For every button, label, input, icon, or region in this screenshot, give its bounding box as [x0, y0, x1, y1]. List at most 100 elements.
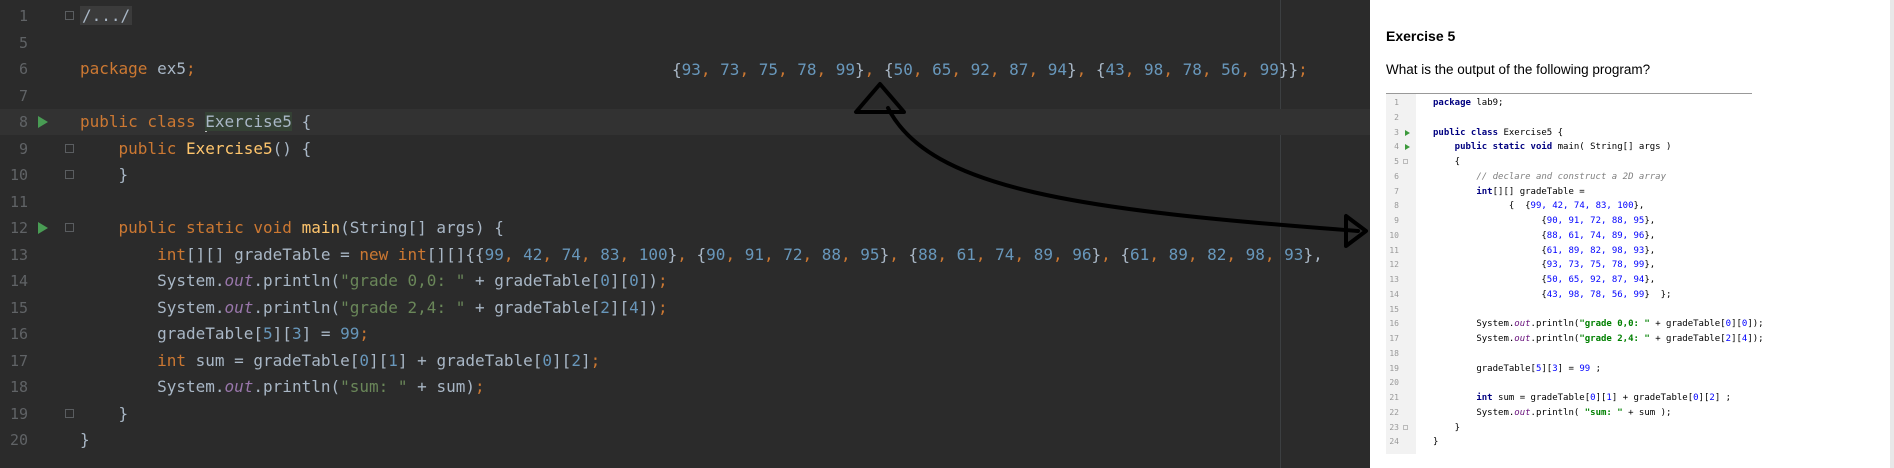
code-token: 96 — [1072, 244, 1092, 264]
code-token: 0 — [359, 350, 369, 370]
code-token: 99 — [1579, 363, 1591, 374]
code-token: , — [889, 244, 909, 264]
line-code: package ex5; — [80, 56, 196, 82]
code-token: 50, 65, 92, 87, 94 — [1546, 275, 1645, 285]
editor-line[interactable]: 8 public class Exercise5 { — [0, 109, 1370, 135]
code-token: ; — [658, 271, 668, 290]
code-token: , — [725, 244, 745, 264]
snippet-fold-icon — [1403, 424, 1408, 430]
line-number: 9 — [18, 139, 28, 158]
fold-icon[interactable] — [65, 143, 74, 153]
code-token: gradeTable[ — [1433, 363, 1536, 374]
run-icon[interactable] — [38, 116, 48, 128]
run-icon[interactable] — [38, 222, 48, 234]
code-snippet-image: 1 package lab9; 2 3 public class Exercise5 {… — [1386, 93, 1764, 454]
line-code: System.out.println("sum: " + sum); — [80, 374, 485, 400]
code-token: 73 — [720, 60, 740, 79]
exercise-title: Exercise 5 — [1386, 28, 1456, 44]
snippet-line-number: 7 — [1394, 186, 1399, 196]
snippet-line-number: 9 — [1394, 216, 1399, 225]
snippet-code: int sum = gradeTable[0][1] + gradeTable[… — [1433, 391, 1731, 406]
code-token: ; — [359, 324, 370, 343]
code-token: , — [1014, 244, 1034, 264]
snippet-line-number: 3 — [1394, 127, 1399, 137]
code-token: Exercise5 — [205, 112, 292, 131]
snippet-line-number: 4 — [1394, 142, 1399, 152]
code-token: 100 — [638, 244, 668, 264]
code-token: int — [80, 350, 196, 370]
fold-icon[interactable] — [65, 11, 74, 20]
code-token: ] = — [301, 324, 341, 343]
code-editor[interactable]: 1/.../5 6 package ex5; 7 8 public class Exerc… — [0, 0, 1370, 468]
snippet-code: {93, 73, 75, 78, 99}, — [1433, 258, 1655, 273]
code-token: ][ — [1541, 363, 1553, 374]
code-token: + gradeTable[ — [465, 271, 601, 290]
code-token: { — [1433, 216, 1547, 226]
line-number: 6 — [18, 60, 28, 78]
code-token: Exercise5 { — [1503, 127, 1564, 138]
code-token: package — [80, 59, 158, 78]
line-code: public class Exercise5 { — [80, 109, 311, 135]
snippet-code: // declare and construct a 2D array — [1433, 170, 1666, 185]
code-token: 5 — [263, 324, 273, 343]
code-token: ] — [580, 350, 591, 370]
code-token: { — [1433, 230, 1547, 241]
code-token: lab9; — [1476, 98, 1504, 108]
code-token: int — [1433, 393, 1499, 403]
snippet-code: public static void main( String[] args ) — [1433, 140, 1672, 155]
snippet-line-number: 23 — [1389, 422, 1399, 432]
line-number: 18 — [9, 378, 28, 396]
code-token: 0 — [600, 271, 610, 290]
code-token: 99, 42, 74, 83, 100 — [1530, 201, 1634, 212]
code-token: public class — [80, 112, 206, 131]
code-token: , — [1149, 244, 1169, 264]
code-token: } — [1091, 244, 1102, 264]
code-token: 98 — [1144, 60, 1164, 79]
line-code: } — [80, 401, 129, 427]
code-token: + gradeTable[ — [465, 297, 601, 317]
snippet-line-number: 1 — [1394, 98, 1399, 107]
snippet-line-number: 14 — [1389, 289, 1399, 299]
code-token: 99 — [1259, 60, 1279, 79]
code-token: 2 — [571, 350, 581, 370]
code-token: /.../ — [80, 6, 133, 25]
code-token: System. — [1433, 334, 1515, 344]
fold-icon[interactable] — [65, 408, 74, 418]
code-token: , — [937, 244, 957, 264]
code-token: ; — [474, 377, 485, 396]
code-token: { — [1433, 289, 1547, 300]
code-token: 93 — [681, 60, 701, 79]
code-token: } — [1433, 422, 1461, 433]
code-token: , — [1101, 244, 1121, 264]
code-token: + gradeTable[ — [1649, 319, 1726, 330]
code-token: 92 — [970, 60, 990, 79]
code-token: 61 — [956, 244, 976, 264]
code-token: 78 — [1182, 60, 1202, 79]
code-token: , — [700, 60, 721, 79]
fold-icon[interactable] — [65, 223, 74, 232]
code-token: "sum: " — [1584, 407, 1623, 418]
code-token: { { — [1433, 201, 1531, 212]
code-token: 4 — [629, 297, 639, 317]
code-token: } — [879, 244, 890, 264]
line-code: int[][] gradeTable = new int[][]{{99, 42… — [80, 242, 1323, 268]
fold-icon[interactable] — [65, 170, 74, 179]
code-token: }, — [1644, 245, 1656, 256]
code-token: ][ — [272, 324, 292, 343]
line-number: 11 — [9, 192, 28, 211]
line-code: System.out.println("grade 2,4: " + grade… — [80, 295, 668, 321]
code-token: out — [224, 271, 254, 290]
code-token: , — [864, 60, 884, 79]
code-token: 88, 61, 74, 89, 96 — [1546, 230, 1645, 241]
code-token: , — [677, 244, 697, 264]
code-token: "grade 0,0: " — [340, 271, 466, 290]
code-token: , — [1226, 244, 1246, 264]
code-token: ]); — [1747, 334, 1764, 344]
code-token: , — [975, 244, 996, 264]
code-token: , — [763, 244, 784, 264]
code-token: , — [1076, 60, 1096, 79]
code-token: "grade 2,4: " — [340, 297, 466, 317]
code-token: , — [951, 60, 971, 79]
line-number: 16 — [9, 325, 28, 343]
exercise-question: What is the output of the following prog… — [1386, 62, 1651, 77]
